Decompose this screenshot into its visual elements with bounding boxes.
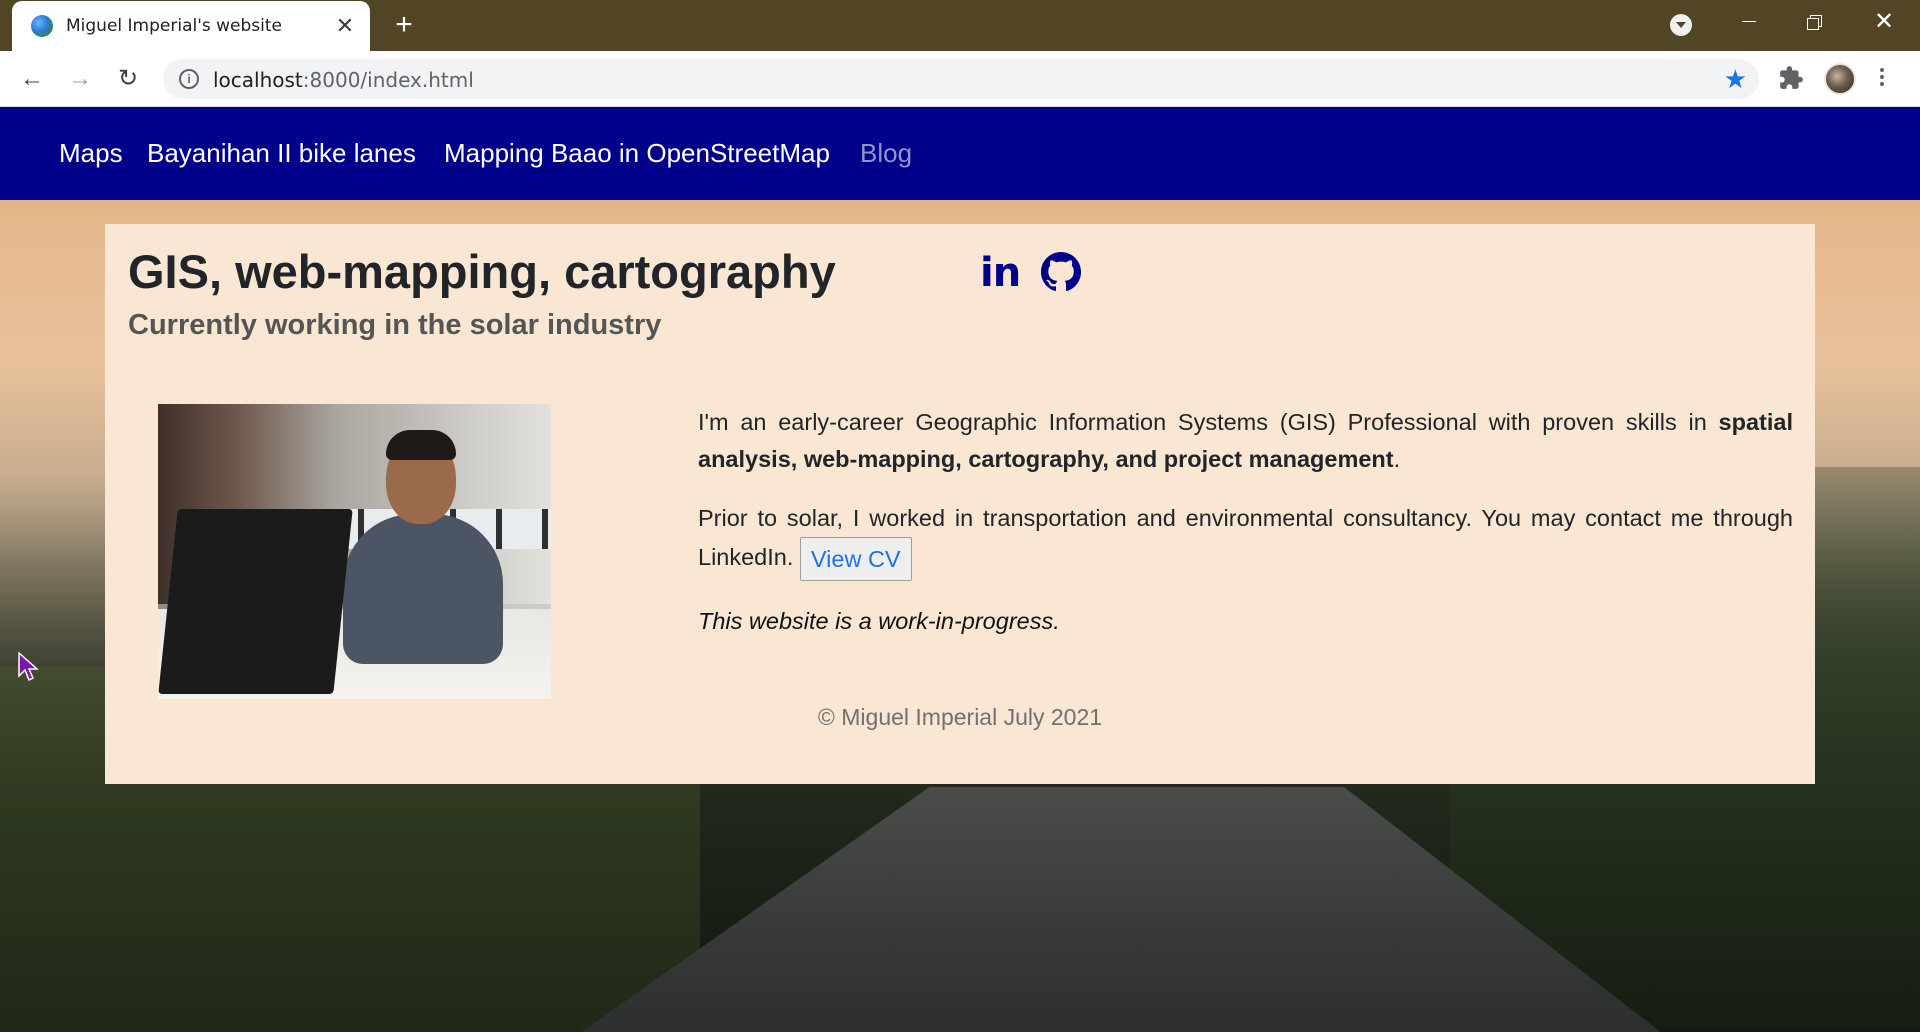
tab-close-icon[interactable]: ✕ bbox=[332, 13, 358, 39]
tab-search-icon[interactable] bbox=[1670, 14, 1692, 36]
profile-avatar[interactable] bbox=[1824, 63, 1856, 95]
browser-toolbar: ← → ↻ i localhost:8000/index.html ★ bbox=[0, 51, 1920, 107]
url-host: localhost bbox=[213, 68, 303, 92]
extensions-puzzle-icon[interactable] bbox=[1778, 65, 1804, 91]
nav-link-maps[interactable]: Maps bbox=[59, 138, 123, 169]
content-card: GIS, web-mapping, cartography Currently … bbox=[105, 224, 1815, 784]
site-navbar: Maps Bayanihan II bike lanes Mapping Baa… bbox=[0, 107, 1920, 200]
work-in-progress-note: This website is a work-in-progress. bbox=[698, 608, 1060, 634]
page-title: GIS, web-mapping, cartography bbox=[128, 245, 836, 298]
url-path: :8000/index.html bbox=[302, 68, 474, 92]
page-subtitle: Currently working in the solar industry bbox=[128, 309, 662, 341]
info-icon[interactable]: i bbox=[179, 69, 199, 89]
profile-photo bbox=[158, 404, 551, 699]
nav-link-bike-lanes[interactable]: Bayanihan II bike lanes bbox=[147, 138, 416, 169]
linkedin-icon[interactable]: in bbox=[980, 250, 1021, 296]
bookmark-star-icon[interactable]: ★ bbox=[1724, 64, 1747, 94]
page-viewport: Maps Bayanihan II bike lanes Mapping Baa… bbox=[0, 107, 1920, 1032]
nav-link-mapping-baao[interactable]: Mapping Baao in OpenStreetMap bbox=[444, 138, 830, 169]
globe-icon bbox=[31, 15, 53, 37]
back-arrow-icon[interactable]: ← bbox=[18, 65, 46, 93]
browser-tab-strip: Miguel Imperial's website ✕ + ✕ bbox=[0, 0, 1920, 51]
mouse-cursor-icon bbox=[18, 652, 39, 682]
browser-tab-active[interactable]: Miguel Imperial's website ✕ bbox=[12, 1, 370, 51]
bio-paragraph-2: Prior to solar, I worked in transportati… bbox=[698, 500, 1793, 581]
forward-arrow-icon[interactable]: → bbox=[66, 65, 94, 93]
bio-paragraph-1: I'm an early-career Geographic Informati… bbox=[698, 409, 1793, 472]
github-icon[interactable] bbox=[1041, 252, 1081, 292]
address-bar[interactable]: i localhost:8000/index.html ★ bbox=[163, 59, 1759, 99]
copyright-footer: © Miguel Imperial July 2021 bbox=[817, 704, 1103, 730]
reload-icon[interactable]: ↻ bbox=[114, 65, 142, 93]
url-text[interactable]: localhost:8000/index.html bbox=[213, 68, 474, 92]
bio-text: I'm an early-career Geographic Informati… bbox=[698, 404, 1793, 662]
nav-link-blog[interactable]: Blog bbox=[860, 138, 912, 169]
browser-menu-icon[interactable] bbox=[1876, 65, 1888, 93]
window-restore-button[interactable] bbox=[1787, 0, 1843, 44]
view-cv-button[interactable]: View CV bbox=[799, 537, 912, 581]
new-tab-button[interactable]: + bbox=[388, 10, 420, 42]
tab-title: Miguel Imperial's website bbox=[66, 16, 283, 36]
window-minimize-button[interactable] bbox=[1720, 0, 1776, 44]
window-close-button[interactable]: ✕ bbox=[1856, 0, 1912, 44]
